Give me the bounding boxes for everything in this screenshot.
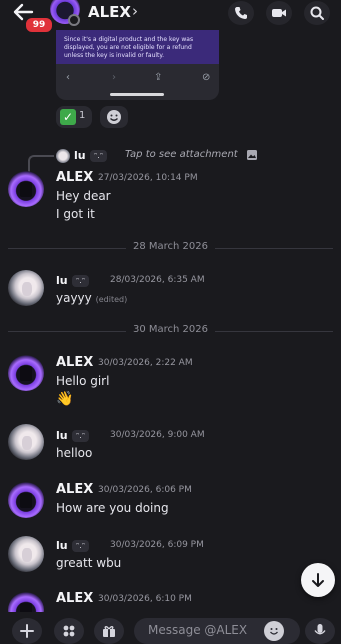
username[interactable]: lu: [56, 539, 68, 552]
date-divider-label: 30 March 2026: [132, 324, 208, 335]
user-tag: ᵔ.ᵔ: [72, 430, 90, 442]
jump-to-bottom-button[interactable]: [301, 563, 335, 597]
message-text: helloo: [56, 446, 93, 460]
username[interactable]: ALEX: [56, 170, 93, 185]
reaction-count: 1: [79, 110, 86, 121]
timestamp: 30/03/2026, 2:22 AM: [98, 358, 193, 368]
reply-avatar: [56, 149, 70, 163]
add-reaction-icon: [107, 110, 121, 124]
add-attachment-button[interactable]: [12, 618, 42, 644]
date-divider: 28 March 2026: [8, 241, 333, 255]
timestamp: 27/03/2026, 10:14 PM: [98, 173, 198, 183]
username[interactable]: lu: [56, 429, 68, 442]
image-icon: [247, 150, 257, 160]
avatar[interactable]: [8, 171, 44, 207]
user-tag: ᵔ.ᵔ: [72, 275, 90, 287]
message-text: Hey dear: [56, 189, 111, 203]
avatar[interactable]: [8, 270, 44, 306]
image-attachment[interactable]: Since it's a digital product and the key…: [56, 30, 219, 100]
gift-button[interactable]: [94, 618, 124, 644]
message-text: Hello girl: [56, 374, 110, 388]
reply-username[interactable]: lu: [74, 149, 86, 162]
smiley-icon: [270, 628, 278, 635]
share-icon: ⇪: [154, 72, 163, 83]
avatar[interactable]: [8, 482, 44, 518]
gift-icon: [103, 626, 115, 637]
timestamp: 30/03/2026, 9:00 AM: [110, 430, 205, 440]
waving-hand-emoji: 👋: [56, 391, 74, 407]
chevron-left-icon: ‹: [66, 72, 70, 83]
message-text: greatt wbu: [56, 556, 122, 570]
reply-text[interactable]: Tap to see attachment: [125, 149, 238, 160]
attachment-text: Since it's a digital product and the key…: [56, 30, 219, 64]
user-tag: ᵔ.ᵔ: [72, 540, 90, 552]
apps-icon: [63, 625, 75, 637]
edited-label: (edited): [95, 295, 128, 304]
emoji-button[interactable]: [264, 621, 284, 641]
attachment-browser-bar: ‹ › ⇪ ⊘: [56, 70, 219, 90]
arrow-down-icon: [312, 573, 324, 587]
page-title[interactable]: ALEX: [88, 3, 131, 21]
timestamp: 28/03/2026, 6:35 AM: [110, 275, 205, 285]
status-indicator: [68, 14, 80, 26]
avatar[interactable]: [8, 536, 44, 572]
call-button[interactable]: [228, 1, 254, 25]
message-text: yayyy (edited): [56, 291, 127, 305]
date-divider-label: 28 March 2026: [132, 241, 208, 252]
plus-icon: [20, 624, 34, 638]
message-composer: Message @ALEX: [0, 612, 341, 644]
message-text: I got it: [56, 207, 95, 221]
date-divider: 30 March 2026: [8, 324, 333, 338]
chevron-right-icon[interactable]: ›: [132, 2, 138, 20]
chat-header: 99 ALEX ›: [0, 0, 341, 34]
reaction-check[interactable]: ✓ 1: [56, 106, 92, 128]
compass-icon: ⊘: [202, 72, 211, 83]
add-reaction-button[interactable]: [100, 106, 128, 128]
reply-connector: [28, 155, 54, 173]
message-text: How are you doing: [56, 501, 169, 515]
timestamp: 30/03/2026, 6:09 PM: [110, 540, 204, 550]
username[interactable]: ALEX: [56, 355, 93, 370]
username[interactable]: ALEX: [56, 591, 93, 606]
apps-button[interactable]: [54, 618, 84, 644]
avatar[interactable]: [8, 424, 44, 460]
username[interactable]: ALEX: [56, 482, 93, 497]
timestamp: 30/03/2026, 6:10 PM: [98, 594, 192, 604]
voice-message-button[interactable]: [305, 618, 335, 644]
timestamp: 30/03/2026, 6:06 PM: [98, 485, 192, 495]
chevron-right-icon: ›: [112, 72, 116, 83]
check-mark-emoji-icon: ✓: [60, 109, 76, 125]
username[interactable]: lu: [56, 274, 68, 287]
microphone-icon: [314, 624, 326, 635]
avatar[interactable]: [8, 355, 44, 391]
search-button[interactable]: [304, 1, 330, 25]
video-call-button[interactable]: [266, 1, 292, 25]
home-indicator: [110, 93, 164, 96]
user-tag: ᵔ.ᵔ: [90, 150, 108, 162]
unread-badge: 99: [24, 16, 54, 34]
message-body: yayyy: [56, 291, 92, 305]
